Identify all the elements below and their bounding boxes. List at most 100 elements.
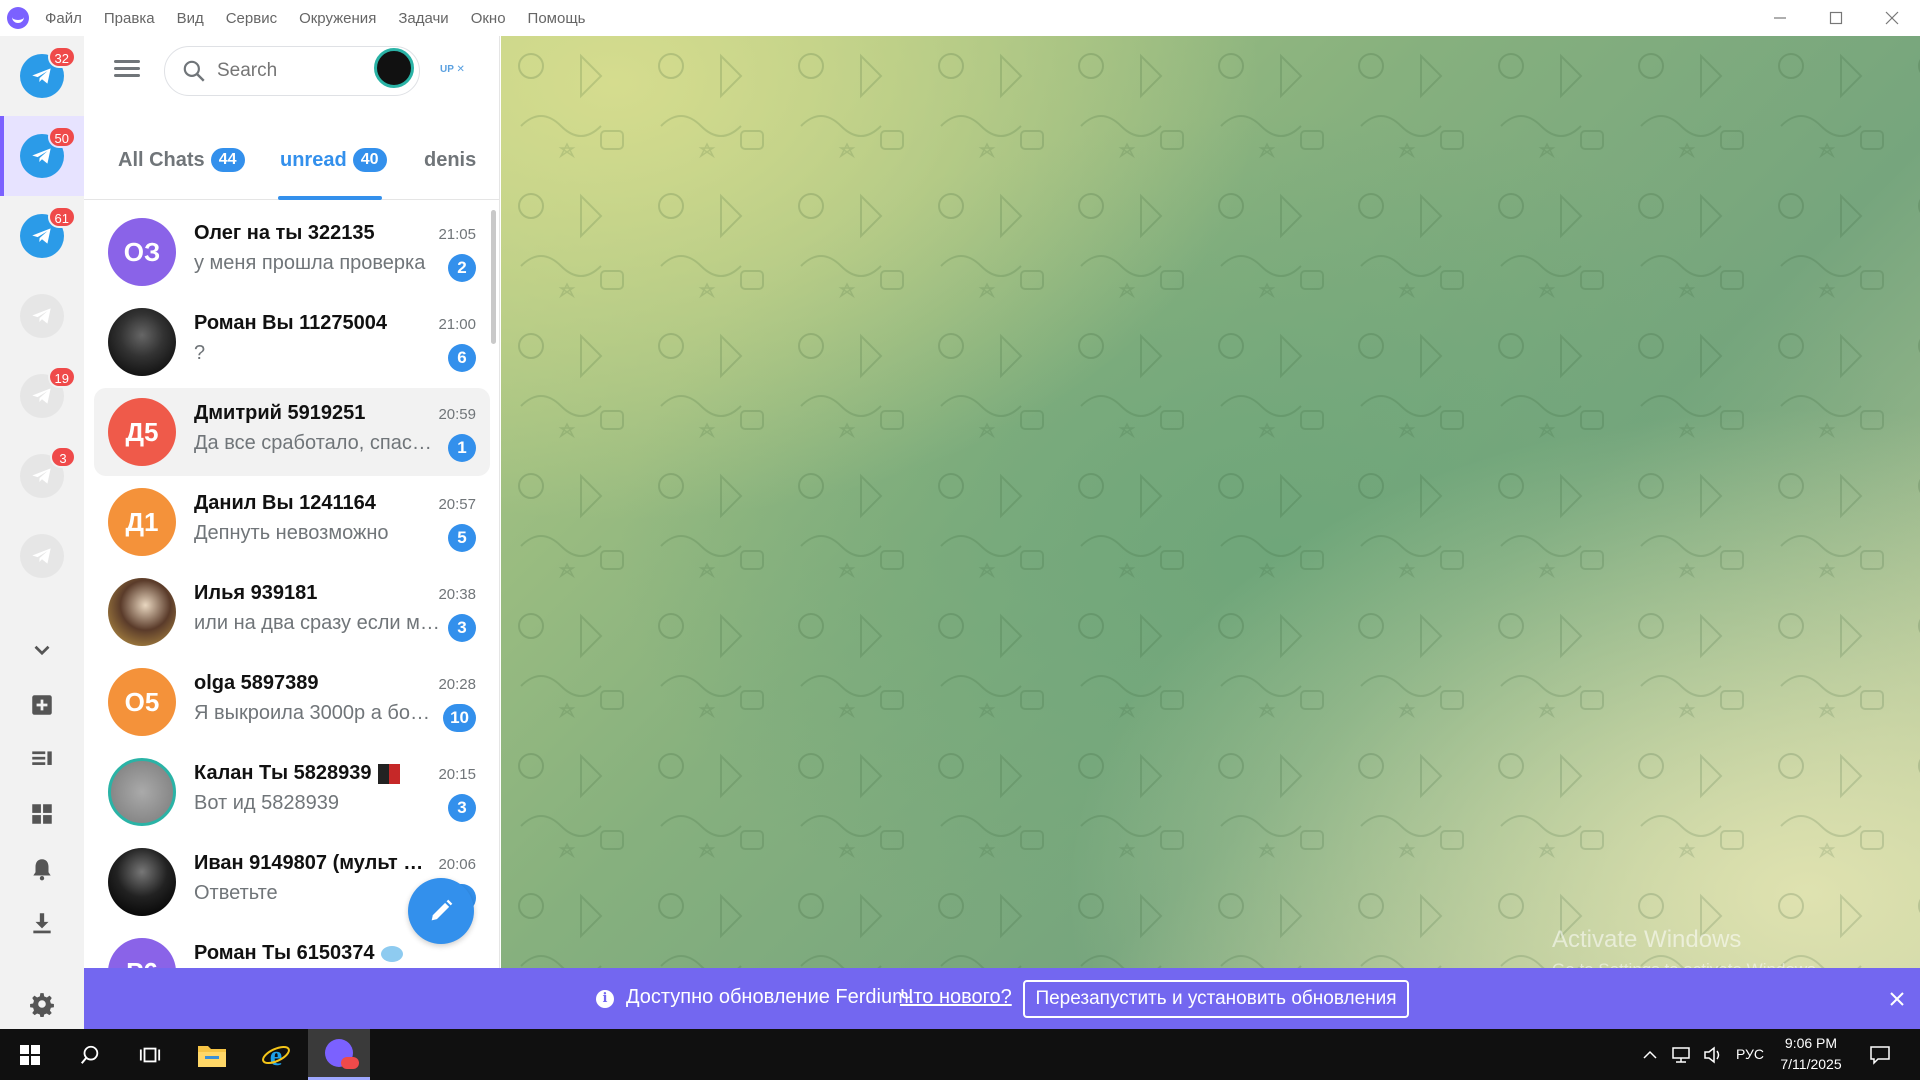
windows-taskbar: e РУС 9:06 PM 7/11/2025 — [0, 1029, 1920, 1080]
expand-services-button[interactable] — [27, 635, 57, 665]
new-message-button[interactable] — [408, 878, 474, 944]
keyboard-language[interactable]: РУС — [1732, 1046, 1768, 1062]
telegram-icon — [20, 294, 64, 338]
avatar — [108, 758, 176, 826]
chat-list-item[interactable]: ОЗ Олег на ты 322135 21:05 у меня прошла… — [94, 208, 490, 296]
notifications-button[interactable] — [27, 854, 57, 884]
service-telegram-2[interactable]: 50 — [0, 116, 84, 196]
chat-last-message: ? — [194, 342, 206, 364]
settings-button[interactable] — [27, 989, 57, 1019]
update-status-icon[interactable]: UP ✕ — [440, 64, 465, 75]
chat-list-item[interactable]: О5 olga 5897389 20:28 Я выкроила 3000р а… — [94, 658, 490, 746]
tab-all-chats[interactable]: All Chats 44 — [118, 120, 245, 200]
download-icon — [33, 913, 51, 934]
clock-date[interactable]: 7/11/2025 — [1770, 1056, 1852, 1072]
chat-list-scrollbar[interactable] — [491, 210, 496, 344]
close-window-button[interactable] — [1864, 0, 1920, 36]
network-button[interactable] — [1666, 1029, 1696, 1080]
taskbar-ferdium[interactable] — [308, 1029, 370, 1080]
service-telegram-6[interactable]: 3 — [0, 436, 84, 516]
telegram-icon: 19 — [20, 366, 76, 418]
search-icon — [80, 1045, 99, 1064]
minimize-button[interactable] — [1752, 0, 1808, 36]
tab-unread[interactable]: unread 40 — [280, 120, 387, 200]
search-input[interactable] — [217, 60, 357, 82]
main-menu-button[interactable] — [114, 56, 140, 82]
volume-button[interactable] — [1698, 1029, 1728, 1080]
chat-list-item[interactable]: Д1 Данил Вы 1241164 20:57 Депнуть невозм… — [94, 478, 490, 566]
grid-icon — [32, 804, 52, 824]
avatar: О5 — [108, 668, 176, 736]
menu-edit[interactable]: Правка — [104, 10, 155, 27]
bird-emoji-icon — [380, 945, 403, 962]
banner-close-button[interactable] — [1890, 986, 1904, 1012]
chat-last-message: Депнуть невозможно — [194, 522, 389, 544]
clock-time[interactable]: 9:06 PM — [1770, 1035, 1852, 1051]
chat-name: Иван 9149807 (мульт 82... — [194, 852, 424, 874]
chat-time: 20:59 — [438, 406, 476, 423]
chat-time: 20:38 — [438, 586, 476, 603]
service-telegram-1[interactable]: 32 — [0, 36, 84, 116]
chat-time: 20:57 — [438, 496, 476, 513]
avatar — [108, 848, 176, 916]
ferdium-taskbar-badge — [341, 1057, 359, 1069]
service-telegram-7[interactable] — [0, 516, 84, 596]
chat-list-item[interactable]: Калан Ты 5828939 20:15 Вот ид 5828939 3 — [94, 748, 490, 836]
chat-background — [501, 36, 1920, 968]
chat-list-item[interactable]: Д5 Дмитрий 5919251 20:59 Да все сработал… — [94, 388, 490, 476]
chat-name: Роман Вы 11275004 — [194, 312, 388, 334]
tab-label: unread — [280, 148, 347, 171]
telegram-icon — [20, 534, 64, 578]
menu-tasks[interactable]: Задачи — [398, 10, 448, 27]
chat-name: Калан Ты 5828939 — [194, 762, 424, 785]
add-square-icon — [32, 695, 52, 715]
unread-badge: 3 — [50, 446, 76, 468]
menu-file[interactable]: Файл — [45, 10, 82, 27]
restart-and-update-button[interactable]: Перезапустить и установить обновления — [1023, 980, 1409, 1018]
maximize-button[interactable] — [1808, 0, 1864, 36]
taskbar-internet-explorer[interactable]: e — [244, 1029, 308, 1080]
chat-name: Дмитрий 5919251 — [194, 402, 366, 424]
taskbar-file-explorer[interactable] — [180, 1029, 244, 1080]
menu-workspaces[interactable]: Окружения — [299, 10, 376, 27]
menu-services[interactable]: Сервис — [226, 10, 277, 27]
update-message: Доступно обновление Ferdium. — [626, 986, 915, 1008]
add-service-button[interactable] — [27, 690, 57, 720]
service-telegram-4[interactable] — [0, 276, 84, 356]
chat-list-item[interactable]: Илья 939181 20:38 или на два сразу если … — [94, 568, 490, 656]
action-center-button[interactable] — [1858, 1029, 1902, 1080]
ferdium-logo-icon — [325, 1039, 359, 1069]
chat-last-message: Ответьте — [194, 882, 278, 904]
task-view-button[interactable] — [120, 1029, 180, 1080]
gear-icon — [30, 993, 54, 1017]
avatar: Р6 — [108, 938, 176, 968]
avatar: Д5 — [108, 398, 176, 466]
chat-name-text: Роман Ты 6150374 — [194, 942, 375, 964]
ie-icon: e — [262, 1041, 290, 1070]
unread-count-badge: 5 — [448, 524, 476, 552]
account-avatar[interactable] — [374, 48, 414, 88]
menu-help[interactable]: Помощь — [528, 10, 586, 27]
hamburger-icon — [114, 60, 140, 63]
chat-list-item[interactable]: Роман Вы 11275004 21:00 ? 6 — [94, 298, 490, 386]
service-telegram-5[interactable]: 19 — [0, 356, 84, 436]
tab-count-badge: 44 — [210, 148, 245, 172]
tab-denis[interactable]: denis — [424, 120, 476, 200]
downloads-button[interactable] — [27, 908, 57, 938]
show-hidden-icons-button[interactable] — [1636, 1029, 1664, 1080]
workspaces-button[interactable] — [27, 799, 57, 829]
whats-new-link[interactable]: Что нового? — [900, 986, 1012, 1009]
menu-window[interactable]: Окно — [471, 10, 506, 27]
chat-time: 20:28 — [438, 676, 476, 693]
service-telegram-3[interactable]: 61 — [0, 196, 84, 276]
chat-name: Роман Ты 6150374 — [194, 942, 424, 965]
telegram-icon: 50 — [20, 126, 76, 178]
todos-button[interactable] — [27, 744, 57, 774]
menu-view[interactable]: Вид — [177, 10, 204, 27]
chat-time: 20:06 — [438, 856, 476, 873]
speaker-icon — [1704, 1045, 1720, 1064]
start-button[interactable] — [0, 1029, 60, 1080]
pencil-icon — [431, 899, 453, 921]
chat-last-message: Я выкроила 3000р а бонус — [194, 702, 440, 724]
taskbar-search-button[interactable] — [60, 1029, 120, 1080]
